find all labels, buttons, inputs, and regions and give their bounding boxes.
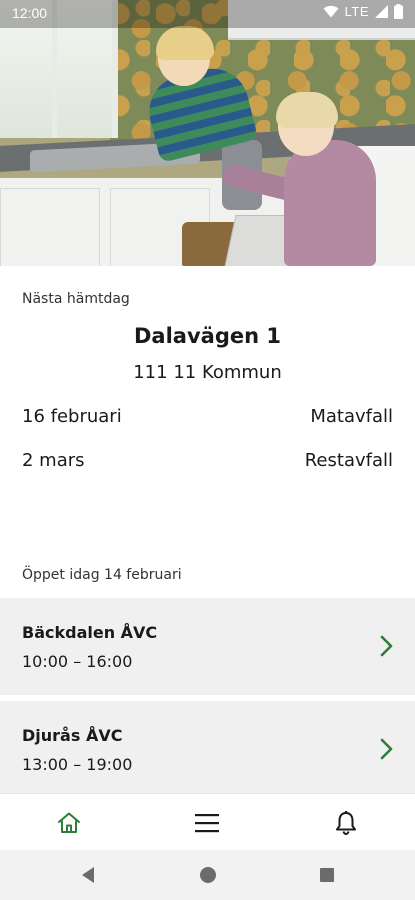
status-bar: 12:00 LTE	[0, 0, 415, 28]
next-pickup-label: Nästa hämtdag	[22, 291, 130, 307]
center-hours: 10:00 – 16:00	[22, 652, 133, 671]
chevron-right-icon[interactable]	[379, 738, 395, 760]
back-triangle-icon	[82, 867, 94, 883]
system-back-button[interactable]	[76, 863, 100, 887]
menu-icon	[195, 813, 219, 832]
system-home-button[interactable]	[196, 863, 220, 887]
pickup-waste-type: Restavfall	[304, 450, 393, 471]
bell-icon	[336, 810, 356, 835]
center-hours: 13:00 – 19:00	[22, 755, 133, 774]
hero-photo	[0, 0, 415, 266]
open-today-label: Öppet idag 14 februari	[22, 567, 182, 583]
recycling-center-card[interactable]: Djurås ÅVC 13:00 – 19:00	[0, 701, 415, 793]
status-time: 12:00	[12, 5, 48, 21]
system-navigation-bar	[0, 850, 415, 900]
signal-icon	[375, 5, 388, 18]
center-name: Djurås ÅVC	[22, 726, 123, 745]
system-recents-button[interactable]	[315, 863, 339, 887]
pickup-row: 16 februari Matavfall	[22, 406, 393, 432]
recents-square-icon	[320, 868, 334, 882]
nav-notifications-button[interactable]	[277, 794, 415, 851]
nav-menu-button[interactable]	[138, 794, 276, 851]
pickup-date: 16 februari	[22, 406, 122, 427]
bottom-navigation	[0, 793, 415, 850]
pickup-city: 111 11 Kommun	[133, 362, 282, 383]
wifi-icon	[323, 5, 339, 18]
home-circle-icon	[200, 867, 216, 883]
pickup-row: 2 mars Restavfall	[22, 450, 393, 476]
nav-home-button[interactable]	[0, 794, 138, 851]
chevron-right-icon[interactable]	[379, 635, 395, 657]
recycling-center-card[interactable]: Bäckdalen ÅVC 10:00 – 16:00	[0, 598, 415, 695]
pickup-waste-type: Matavfall	[310, 406, 393, 427]
pickup-address: Dalavägen 1	[134, 324, 281, 348]
battery-icon	[394, 4, 403, 19]
network-type: LTE	[344, 4, 369, 19]
center-name: Bäckdalen ÅVC	[22, 623, 158, 642]
pickup-date: 2 mars	[22, 450, 85, 471]
home-icon	[58, 812, 80, 833]
next-pickup-section: Nästa hämtdag Dalavägen 1 111 11 Kommun …	[0, 266, 415, 562]
